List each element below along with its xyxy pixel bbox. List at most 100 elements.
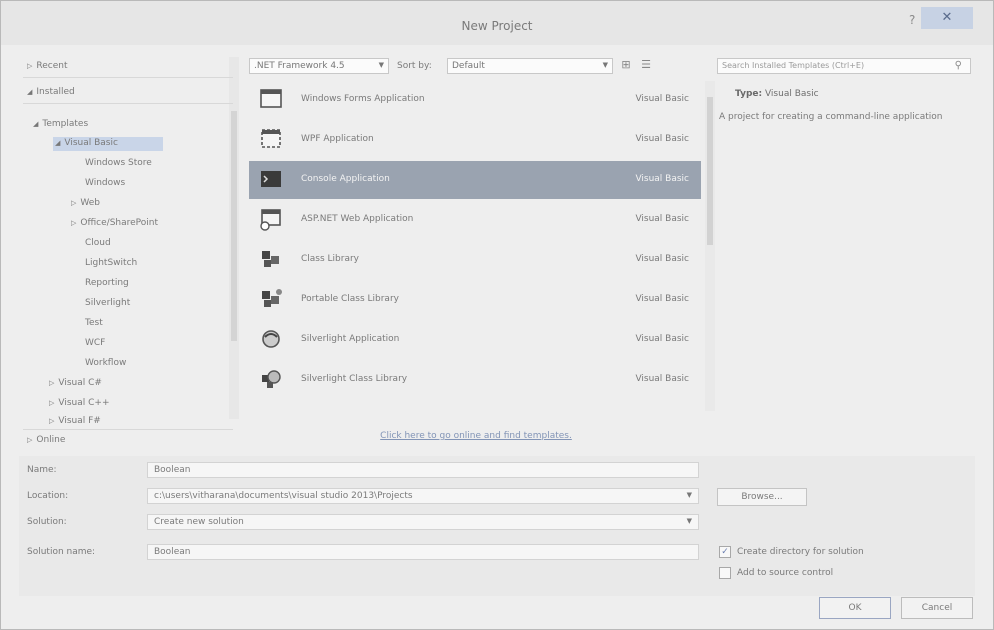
source-control-checkbox[interactable] (719, 567, 731, 579)
tree-item-windows-store[interactable]: Windows Store (85, 158, 152, 168)
portable-class-library-icon (259, 287, 285, 311)
tree-item-visual-csharp[interactable]: ▷ Visual C# (49, 378, 102, 388)
template-row[interactable]: Silverlight Application Visual Basic (249, 321, 701, 359)
template-row[interactable]: ASP.NET Web Application Visual Basic (249, 201, 701, 239)
tree-item-label: Visual C# (58, 378, 102, 388)
template-row[interactable]: Windows Forms Application Visual Basic (249, 81, 701, 119)
name-value: Boolean (154, 465, 191, 475)
class-library-icon (259, 247, 285, 271)
collapse-arrow-icon: ◢ (55, 139, 61, 147)
tree-item-windows[interactable]: Windows (85, 178, 125, 188)
template-name: Class Library (301, 254, 360, 264)
location-field[interactable]: c:\users\vitharana\documents\visual stud… (147, 488, 699, 504)
template-language: Visual Basic (635, 334, 689, 344)
template-language: Visual Basic (635, 94, 689, 104)
cancel-button[interactable]: Cancel (901, 597, 973, 619)
close-icon: ✕ (941, 10, 953, 25)
chevron-down-icon: ▼ (686, 491, 692, 499)
source-control-label: Add to source control (737, 568, 834, 578)
template-row[interactable]: WPF Application Visual Basic (249, 121, 701, 159)
tree-item-label: Office/SharePoint (80, 218, 159, 228)
list-view-button[interactable]: ☰ (639, 58, 653, 72)
web-icon (259, 207, 285, 231)
silverlight-app-icon (259, 327, 285, 351)
small-icons-view-button[interactable]: ⊞ (619, 58, 633, 72)
help-button[interactable]: ? (909, 13, 915, 27)
tree-item-online[interactable]: ▷ Online (27, 435, 65, 445)
tree-item-workflow[interactable]: Workflow (85, 358, 126, 368)
type-label: Type: (735, 89, 763, 99)
tree-divider (23, 429, 233, 430)
tree-item-visual-fsharp[interactable]: ▷ Visual F# (49, 416, 101, 426)
tree-item-templates[interactable]: ◢ Templates (33, 119, 88, 129)
template-row[interactable]: Class Library Visual Basic (249, 241, 701, 279)
new-project-dialog: New Project ? ✕ ▷ Recent ◢ Installed ◢ Temp… (0, 0, 994, 630)
name-label: Name: (27, 465, 57, 475)
expand-arrow-icon: ▷ (27, 436, 33, 444)
tree-item-office-sharepoint[interactable]: ▷ Office/SharePoint (71, 218, 158, 228)
search-templates-input[interactable]: Search Installed Templates (Ctrl+E) ⚲ (717, 58, 971, 74)
expand-arrow-icon: ▷ (49, 399, 55, 407)
sortby-dropdown[interactable]: Default ▼ (447, 58, 613, 74)
location-value: c:\users\vitharana\documents\visual stud… (154, 491, 413, 501)
tree-item-reporting[interactable]: Reporting (85, 278, 129, 288)
template-row[interactable]: Silverlight Class Library Visual Basic (249, 361, 701, 399)
silverlight-library-icon (259, 367, 285, 391)
tree-item-label: Templates (42, 119, 89, 129)
online-templates-link[interactable]: Click here to go online and find templat… (301, 431, 651, 441)
tree-item-installed[interactable]: ◢ Installed (27, 87, 75, 97)
template-name: WPF Application (301, 134, 374, 144)
tree-item-recent[interactable]: ▷ Recent (27, 61, 68, 71)
tree-item-lightswitch[interactable]: LightSwitch (85, 258, 137, 268)
title-bar: New Project ? ✕ (1, 1, 993, 45)
tree-item-label: Installed (36, 87, 75, 97)
solution-label: Solution: (27, 517, 67, 527)
tree-item-label: Recent (36, 61, 68, 71)
solution-value: Create new solution (154, 517, 244, 527)
solution-dropdown[interactable]: Create new solution ▼ (147, 514, 699, 530)
tree-item-test[interactable]: Test (85, 318, 103, 328)
tree-item-silverlight[interactable]: Silverlight (85, 298, 130, 308)
window-title: New Project (461, 19, 533, 33)
expand-arrow-icon: ▷ (49, 379, 55, 387)
template-language: Visual Basic (635, 174, 689, 184)
solution-name-field[interactable]: Boolean (147, 544, 699, 560)
browse-button[interactable]: Browse... (717, 488, 807, 506)
close-button[interactable]: ✕ (921, 7, 973, 29)
console-icon (259, 167, 285, 191)
search-icon[interactable]: ⚲ (955, 60, 962, 71)
wpf-icon (259, 127, 285, 151)
tree-item-wcf[interactable]: WCF (85, 338, 105, 348)
create-directory-label: Create directory for solution (737, 547, 864, 557)
tree-item-visual-basic[interactable]: ◢ Visual Basic (55, 138, 118, 148)
chevron-down-icon: ▼ (378, 61, 384, 69)
template-name: Silverlight Class Library (301, 374, 408, 384)
template-name: Console Application (301, 174, 390, 184)
solution-name-label: Solution name: (27, 547, 96, 557)
template-tree: ▷ Recent ◢ Installed ◢ Templates ◢ Visual Ba… (23, 57, 245, 452)
template-row[interactable]: Console Application Visual Basic (249, 161, 701, 199)
template-name: Portable Class Library (301, 294, 399, 304)
tree-item-label: Visual C++ (58, 398, 110, 408)
template-name: Silverlight Application (301, 334, 400, 344)
chevron-down-icon: ▼ (686, 517, 692, 525)
grid-view-icon: ⊞ (621, 58, 631, 71)
create-directory-checkbox[interactable]: ✓ (719, 546, 731, 558)
template-list-scrollbar-thumb[interactable] (707, 97, 713, 245)
tree-item-label: Web (80, 198, 101, 208)
list-view-icon: ☰ (641, 58, 651, 71)
template-row[interactable]: Portable Class Library Visual Basic (249, 281, 701, 319)
template-description-panel: Type: Visual Basic A project for creatin… (717, 81, 973, 419)
description-text: A project for creating a command-line ap… (719, 112, 943, 122)
template-language: Visual Basic (635, 294, 689, 304)
name-field[interactable]: Boolean (147, 462, 699, 478)
chevron-down-icon: ▼ (602, 61, 608, 69)
ok-button[interactable]: OK (819, 597, 891, 619)
expand-arrow-icon: ▷ (71, 219, 77, 227)
tree-item-visual-cpp[interactable]: ▷ Visual C++ (49, 398, 110, 408)
tree-item-web[interactable]: ▷ Web (71, 198, 100, 208)
framework-dropdown[interactable]: .NET Framework 4.5 ▼ (249, 58, 389, 74)
tree-item-cloud[interactable]: Cloud (85, 238, 111, 248)
checkmark-icon: ✓ (721, 547, 729, 557)
tree-item-label: Visual Basic (64, 138, 118, 148)
